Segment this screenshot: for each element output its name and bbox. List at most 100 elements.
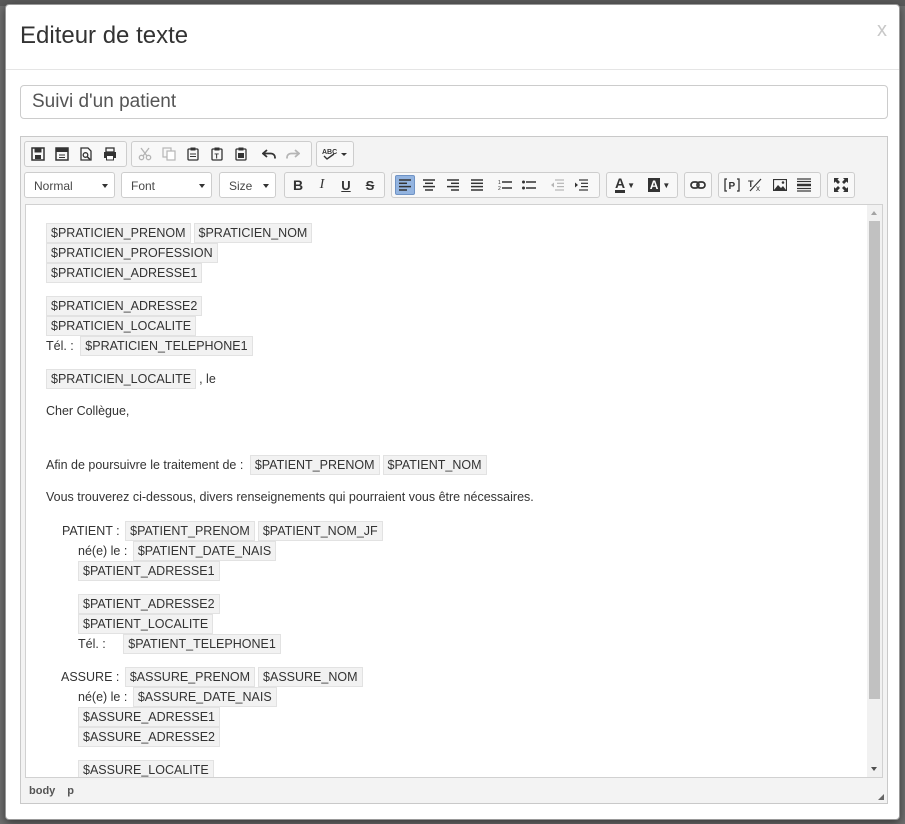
placeholder-tag[interactable]: $ASSURE_NOM <box>258 667 363 687</box>
placeholder-tag[interactable]: $ASSURE_ADRESSE1 <box>78 707 221 727</box>
basic-styles-group: B I U S <box>284 172 385 198</box>
placeholder-tag[interactable]: $PRATICIEN_LOCALITE <box>46 316 197 336</box>
background-color-button[interactable]: A ▼ <box>644 175 674 195</box>
placeholder-tag[interactable]: $PATIENT_TELEPHONE1 <box>123 634 281 654</box>
placeholder-tag[interactable]: $PATIENT_NOM_JF <box>257 521 383 541</box>
remove-format-icon[interactable]: Tx <box>746 175 766 195</box>
placeholder-tag[interactable]: $PRATICIEN_NOM <box>193 223 313 243</box>
scroll-down-icon[interactable] <box>871 767 877 771</box>
resize-handle[interactable] <box>878 794 884 800</box>
print-icon[interactable] <box>100 144 120 164</box>
info-text: Vous trouverez ci-dessous, divers rensei… <box>46 490 534 504</box>
placeholder-tag[interactable]: $PATIENT_ADRESSE2 <box>78 594 220 614</box>
scroll-up-icon[interactable] <box>871 211 877 215</box>
path-item-p[interactable]: p <box>67 785 74 797</box>
bold-icon: B <box>292 177 304 193</box>
links-group <box>684 172 712 198</box>
image-icon[interactable] <box>770 175 790 195</box>
placeholder-tag[interactable]: $ASSURE_DATE_NAIS <box>132 687 277 707</box>
italic-button[interactable]: I <box>312 175 332 195</box>
align-left-icon[interactable] <box>395 175 415 195</box>
preview-icon[interactable] <box>76 144 96 164</box>
paste-icon[interactable] <box>183 144 203 164</box>
editor-content-area[interactable]: $PRATICIEN_PRENOM $PRATICIEN_NOM $PRATICI… <box>25 204 883 778</box>
undo-icon[interactable] <box>259 144 279 164</box>
paragraph: $PATIENT_ADRESSE1 <box>78 561 223 581</box>
paragraph: Tél. : $PRATICIEN_TELEPHONE1 <box>46 336 256 356</box>
copy-icon[interactable] <box>159 144 179 164</box>
numbered-list-icon[interactable]: 12 <box>495 175 515 195</box>
svg-text:ABC: ABC <box>322 149 337 156</box>
chevron-down-icon: ▼ <box>662 180 671 190</box>
bold-button[interactable]: B <box>288 175 308 195</box>
placeholder-tag[interactable]: $PATIENT_PRENOM <box>249 455 380 475</box>
rich-text-editor: T ABC Normal Font Size B I U S 1 2 A ▼ A… <box>20 136 888 804</box>
paragraph: $ASSURE_ADRESSE1 <box>78 707 223 727</box>
svg-text:P: P <box>729 181 736 192</box>
document-group <box>24 141 127 167</box>
placeholder-tag[interactable]: $PRATICIEN_PRENOM <box>46 223 191 243</box>
strikethrough-button[interactable]: S <box>360 175 380 195</box>
format-select[interactable]: Normal <box>24 172 115 198</box>
svg-text:T: T <box>215 154 220 161</box>
insert-group: P Tx <box>718 172 821 198</box>
clipboard-group: T <box>131 141 312 167</box>
cut-icon[interactable] <box>135 144 155 164</box>
tel-label: Tél. : <box>78 637 106 651</box>
paragraph: $PRATICIEN_ADRESSE2 <box>46 296 205 316</box>
paragraph: né(e) le : $PATIENT_DATE_NAIS <box>78 541 279 561</box>
placeholder-tag[interactable]: $PATIENT_PRENOM <box>125 521 255 541</box>
outdent-icon[interactable] <box>547 175 567 195</box>
placeholder-tag[interactable]: $PRATICIEN_ADRESSE2 <box>46 296 203 316</box>
horizontal-rule-icon[interactable] <box>794 175 814 195</box>
underline-button[interactable]: U <box>336 175 356 195</box>
spellcheck-icon[interactable]: ABC <box>320 144 350 164</box>
font-select[interactable]: Font <box>121 172 212 198</box>
patient-label: PATIENT : <box>62 524 120 538</box>
placeholder-tag[interactable]: $PATIENT_DATE_NAIS <box>132 541 277 561</box>
placeholder-icon[interactable]: P <box>722 175 742 195</box>
placeholder-tag[interactable]: $PATIENT_ADRESSE1 <box>78 561 220 581</box>
paragraph: $PRATICIEN_PROFESSION <box>46 243 221 263</box>
paragraph: $PRATICIEN_PRENOM $PRATICIEN_NOM <box>46 223 315 243</box>
path-item-body[interactable]: body <box>29 785 55 797</box>
bullet-list-icon[interactable] <box>519 175 539 195</box>
placeholder-tag[interactable]: $ASSURE_LOCALITE <box>78 760 214 777</box>
placeholder-tag[interactable]: $PATIENT_NOM <box>382 455 487 475</box>
chevron-down-icon <box>199 184 205 188</box>
document-title-input[interactable] <box>20 85 888 119</box>
paragraph: $PRATICIEN_LOCALITE <box>46 316 199 336</box>
new-page-icon[interactable] <box>52 144 72 164</box>
align-right-icon[interactable] <box>443 175 463 195</box>
maximize-icon[interactable] <box>831 175 851 195</box>
paragraph: ASSURE : $ASSURE_PRENOM $ASSURE_NOM <box>61 667 366 687</box>
text-color-button[interactable]: A ▼ <box>610 175 640 195</box>
justify-icon[interactable] <box>467 175 487 195</box>
paste-text-icon[interactable]: T <box>207 144 227 164</box>
align-center-icon[interactable] <box>419 175 439 195</box>
born-label: né(e) le : <box>78 690 128 704</box>
placeholder-tag[interactable]: $PRATICIEN_PROFESSION <box>46 243 218 263</box>
paragraph-group: 12 <box>391 172 600 198</box>
close-button[interactable]: x <box>877 19 887 42</box>
placeholder-tag[interactable]: $PRATICIEN_LOCALITE <box>46 369 197 389</box>
placeholder-tag[interactable]: $PRATICIEN_ADRESSE1 <box>46 263 203 283</box>
link-icon[interactable] <box>688 175 708 195</box>
placeholder-tag[interactable]: $ASSURE_ADRESSE2 <box>78 727 221 747</box>
assure-label: ASSURE : <box>61 670 120 684</box>
redo-icon[interactable] <box>283 144 303 164</box>
placeholder-tag[interactable]: $PATIENT_LOCALITE <box>78 614 214 634</box>
save-icon[interactable] <box>28 144 48 164</box>
font-select-label: Font <box>131 179 156 193</box>
vertical-scrollbar[interactable] <box>867 205 882 777</box>
paste-word-icon[interactable] <box>231 144 251 164</box>
chevron-down-icon <box>263 184 269 188</box>
placeholder-tag[interactable]: $PRATICIEN_TELEPHONE1 <box>80 336 253 356</box>
paragraph: $ASSURE_ADRESSE2 <box>78 727 223 747</box>
placeholder-tag[interactable]: $ASSURE_PRENOM <box>124 667 256 687</box>
chevron-down-icon: ▼ <box>627 180 636 190</box>
indent-icon[interactable] <box>571 175 591 195</box>
size-select[interactable]: Size <box>219 172 276 198</box>
toolbar-row-1: T ABC <box>24 141 884 168</box>
scrollbar-thumb[interactable] <box>869 221 880 699</box>
